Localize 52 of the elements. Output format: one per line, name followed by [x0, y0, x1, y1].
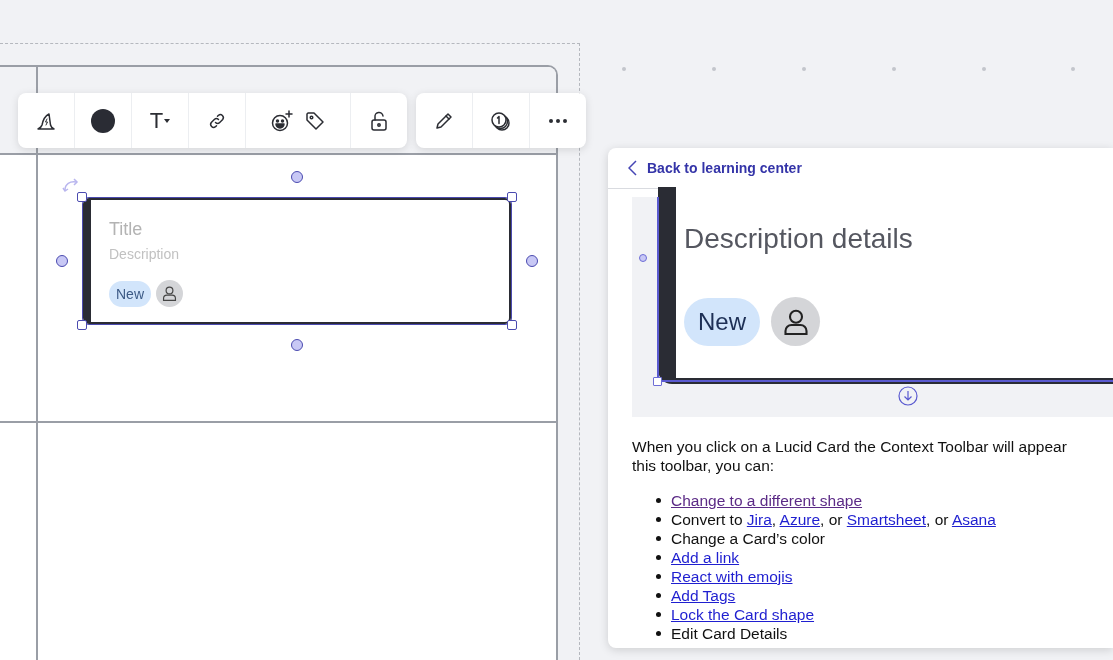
resize-handle[interactable] — [77, 192, 87, 202]
unlocked-padlock-icon — [370, 110, 388, 131]
help-link[interactable]: Change to a different shape — [671, 491, 863, 510]
caret-icon — [164, 118, 171, 123]
bullet — [656, 574, 661, 579]
intro-text: this toolbar, you can: — [632, 456, 776, 475]
resize-handle — [653, 377, 662, 386]
color-swatch-icon — [91, 108, 115, 133]
list-item-text: Edit Card Details — [671, 624, 788, 643]
bullet — [656, 555, 661, 560]
pencil-icon — [434, 110, 454, 131]
help-link[interactable]: Asana — [951, 511, 996, 528]
help-link[interactable]: Add a link — [671, 548, 740, 567]
list-item-text: Change a Card’s color — [671, 529, 825, 548]
card-description: Description details — [684, 223, 913, 255]
intro-text: When you click on a Lucid Card the Context Toolbar will appear — [632, 437, 1068, 456]
connection-point — [639, 254, 647, 262]
text-style-button[interactable]: T — [145, 103, 175, 138]
bullet — [656, 593, 661, 598]
resize-handle[interactable] — [77, 320, 87, 330]
avatar-icon — [156, 280, 183, 307]
grid-dot — [712, 67, 716, 71]
resize-handle[interactable] — [507, 320, 517, 330]
bullet — [656, 631, 661, 636]
help-link[interactable]: Lock the Card shape — [671, 605, 815, 624]
back-link[interactable]: Back to learning center — [647, 160, 802, 176]
bullet — [656, 536, 661, 541]
card-title: Title — [109, 218, 143, 240]
grid-dot — [802, 67, 806, 71]
grid-dot — [1071, 67, 1075, 71]
arrow-down-icon — [898, 386, 918, 406]
lucid-card[interactable]: Title Description New — [83, 198, 511, 324]
status-tag: New — [109, 280, 151, 307]
grid-dot — [982, 67, 986, 71]
grid-dot — [892, 67, 896, 71]
grid-dot — [622, 67, 626, 71]
bullet — [656, 612, 661, 617]
bullet — [656, 498, 661, 503]
help-link[interactable]: Jira — [746, 511, 772, 528]
help-link[interactable]: Add Tags — [671, 586, 736, 605]
help-link[interactable]: Azure — [779, 511, 821, 528]
more-icon — [549, 118, 567, 123]
coin-stack-icon — [490, 109, 512, 132]
list-item-text: Convert to Jira, Azure, or Smartsheet, or Asana — [671, 510, 996, 529]
resize-handle[interactable] — [507, 192, 517, 202]
emoji-add-icon — [271, 109, 293, 132]
back-chevron-icon[interactable] — [628, 160, 637, 176]
card-description: Description — [109, 245, 180, 263]
bullet — [656, 517, 661, 522]
tag-icon — [305, 110, 325, 131]
help-link[interactable]: React with emojis — [671, 567, 793, 586]
hat-icon — [36, 110, 56, 131]
